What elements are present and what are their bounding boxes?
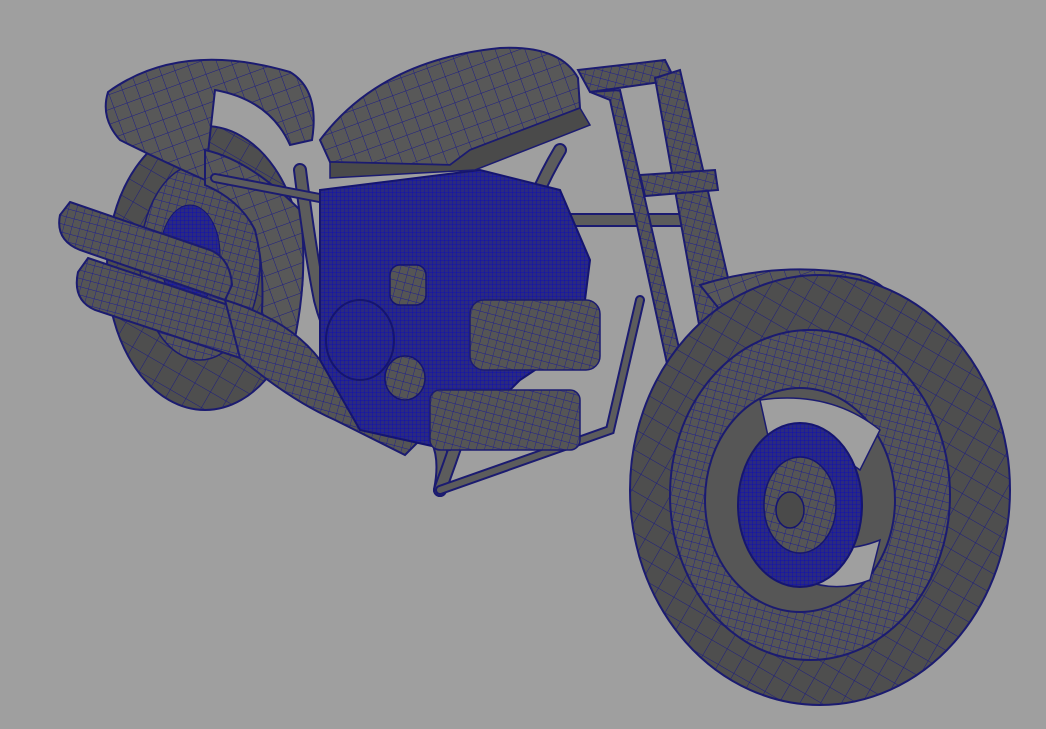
engine [319, 168, 601, 452]
brake-disc [737, 422, 863, 588]
motorcycle-wireframe-render [58, 46, 1011, 706]
3d-viewport[interactable] [0, 0, 1046, 729]
